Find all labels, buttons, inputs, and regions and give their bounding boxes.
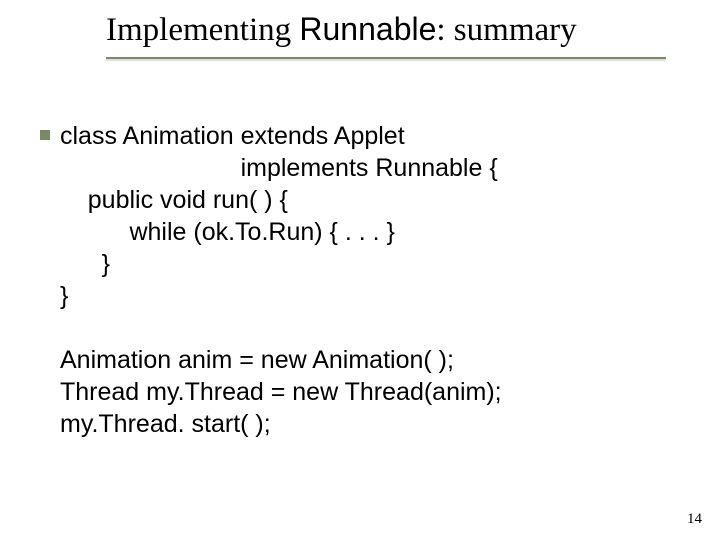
code-line: Animation anim = new Animation( );: [60, 346, 454, 374]
title-underline: [106, 57, 666, 59]
code-line: my.Thread. start( );: [60, 410, 271, 438]
page-number: 14: [687, 511, 702, 528]
code-line: while (ok.To.Run) { . . . }: [60, 218, 395, 246]
code-line: class Animation extends Applet: [60, 122, 405, 150]
code-line: Thread my.Thread = new Thread(anim);: [60, 378, 502, 406]
code-line: implements Runnable {: [60, 154, 498, 182]
code-line: }: [60, 250, 110, 278]
code-line: public void run( ) {: [60, 186, 288, 214]
code-block: class Animation extends Applet implement…: [60, 120, 680, 440]
slide: Implementing Runnable: summary class Ani…: [0, 0, 720, 540]
title-post: : summary: [436, 12, 576, 48]
title-mid: Runnable: [299, 11, 436, 47]
code-line: }: [60, 282, 68, 310]
slide-title: Implementing Runnable: summary: [106, 10, 696, 51]
bullet-icon: [40, 130, 50, 140]
title-block: Implementing Runnable: summary: [106, 10, 696, 59]
title-pre: Implementing: [106, 12, 299, 48]
